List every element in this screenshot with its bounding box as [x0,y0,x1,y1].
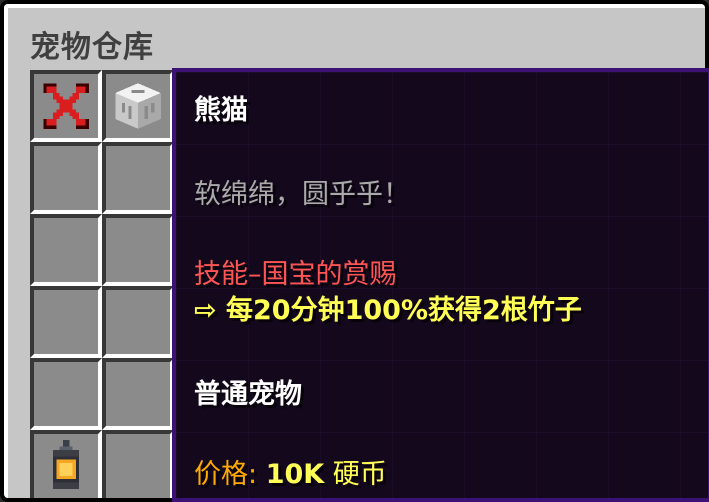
price-label: 价格: [194,459,258,490]
inventory-slot[interactable] [102,142,174,214]
pet-name: 熊猫 [194,95,248,126]
pet-price: 价格: 10K 硬币 [194,452,387,491]
wool-block-icon[interactable] [112,80,164,132]
pet-slot[interactable] [102,70,174,142]
lantern-icon[interactable] [40,440,92,492]
pet-description: 软绵绵，圆乎乎！ [194,179,410,210]
inventory-slot[interactable] [102,286,174,358]
price-unit: 硬币 [332,459,387,490]
price-value: 10K [265,459,325,490]
pet-skill-effect: ⇨ 每20分钟100%获得2根竹子 [194,295,582,326]
inventory-slot[interactable] [30,286,102,358]
red-x-icon[interactable] [40,80,92,132]
close-slot[interactable] [30,70,102,142]
pet-skill: 技能–国宝的赏赐 [194,259,397,290]
inventory-slot[interactable] [102,358,174,430]
inventory-slot[interactable] [30,142,102,214]
inventory-slot[interactable] [102,430,174,498]
inventory-slot[interactable] [30,214,102,286]
inventory-slot[interactable] [102,214,174,286]
pet-rarity: 普通宠物 [194,379,302,410]
lantern-slot[interactable] [30,430,102,498]
window-title: 宠物仓库 [30,30,154,65]
item-tooltip: 熊猫 软绵绵，圆乎乎！ 技能–国宝的赏赐 ⇨ 每20分钟100%获得2根竹子 普… [172,68,709,502]
inventory-slot[interactable] [30,358,102,430]
